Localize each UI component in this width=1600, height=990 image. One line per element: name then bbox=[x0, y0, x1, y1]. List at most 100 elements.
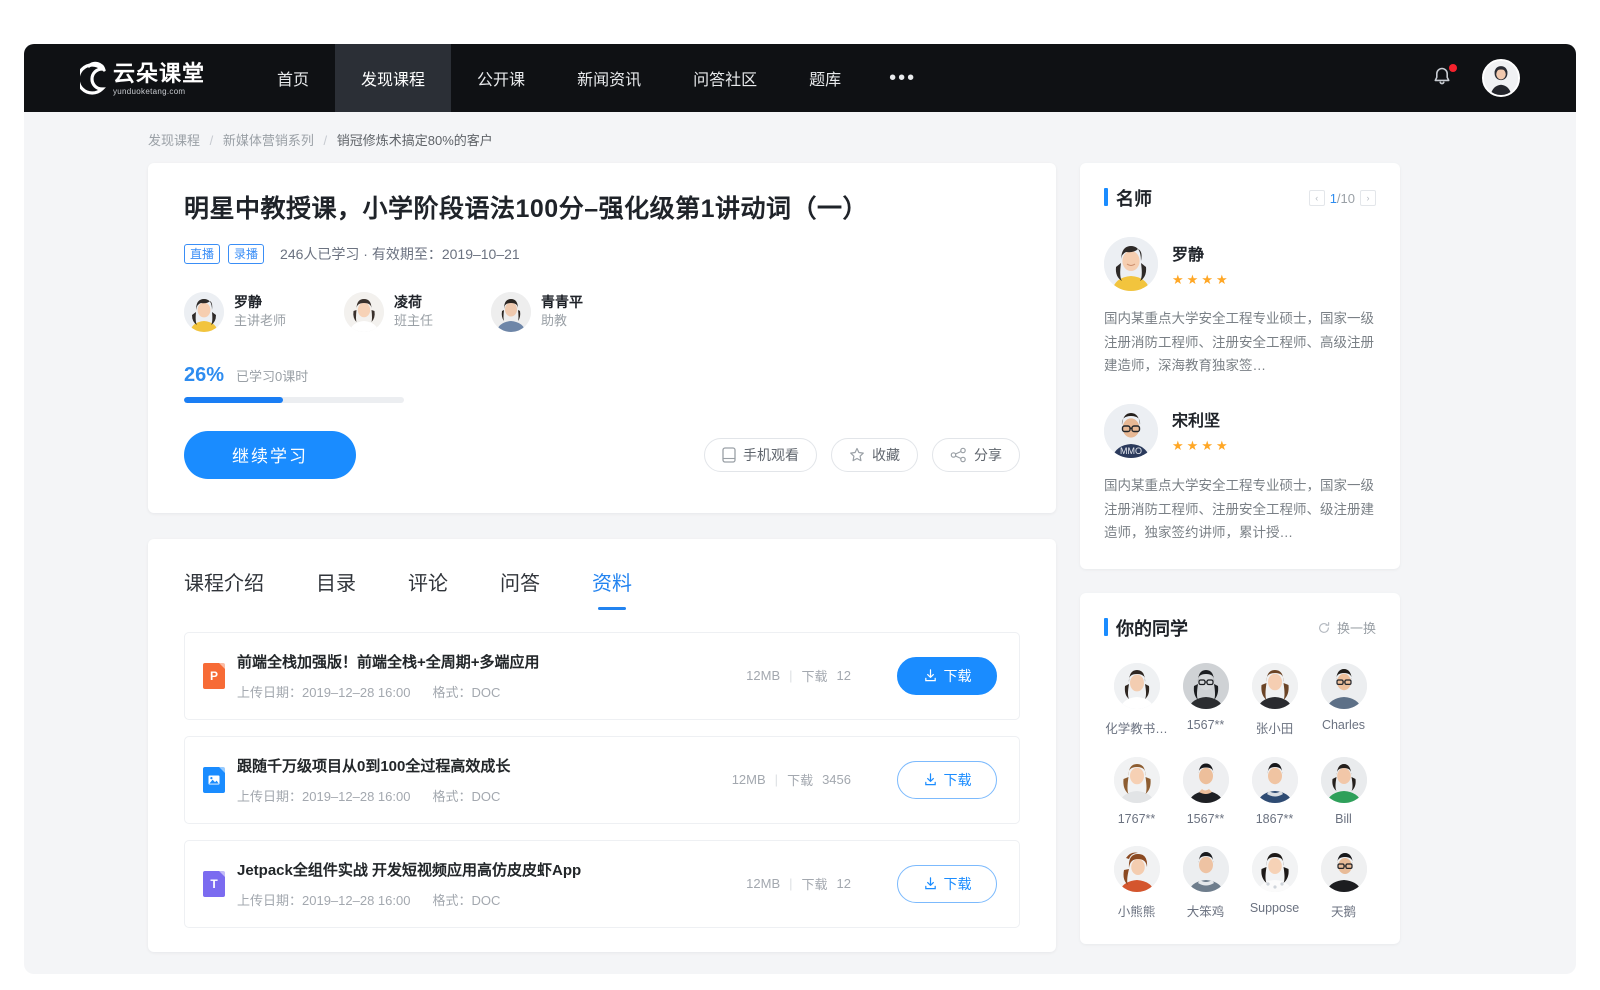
file-title: 前端全栈加强版！前端全栈+全周期+多端应用 bbox=[237, 651, 746, 672]
star-icon bbox=[849, 447, 865, 463]
avatar bbox=[344, 292, 384, 332]
star-icon: ★ bbox=[1216, 438, 1228, 454]
breadcrumb-separator: / bbox=[324, 133, 328, 148]
classmate-name: Charles bbox=[1322, 718, 1365, 732]
user-avatar-button[interactable] bbox=[1482, 59, 1520, 97]
breadcrumb-item-2[interactable]: 新媒体营销系列 bbox=[223, 133, 314, 148]
course-meta-text: 246人已学习 · 有效期至：2019–10–21 bbox=[280, 244, 520, 264]
ppt-file-icon: P bbox=[203, 663, 225, 689]
file-download-label: 下载 bbox=[787, 770, 813, 789]
list-item[interactable]: 1867** bbox=[1242, 757, 1307, 826]
content-tabs: 课程介绍 目录 评论 问答 资料 bbox=[184, 539, 1020, 610]
file-download-count: 3456 bbox=[822, 772, 851, 787]
panel-title-classmates: 你的同学 bbox=[1104, 615, 1188, 641]
download-button[interactable]: 下载 bbox=[897, 761, 997, 799]
star-icon: ★ bbox=[1187, 272, 1199, 288]
avatar bbox=[1321, 757, 1367, 803]
content-columns: 明星中教授课，小学阶段语法100分–强化级第1讲动词（一） 直播 录播 246人… bbox=[24, 163, 1576, 952]
notification-bell-button[interactable] bbox=[1430, 65, 1456, 91]
breadcrumb-item-1[interactable]: 发现课程 bbox=[148, 133, 200, 148]
list-item[interactable]: 化学教书… bbox=[1104, 663, 1169, 737]
teacher-card[interactable]: 罗静 主讲老师 bbox=[184, 292, 286, 332]
list-item[interactable]: Bill bbox=[1311, 757, 1376, 826]
list-item[interactable]: 大笨鸡 bbox=[1173, 846, 1238, 920]
featured-teacher: MMO 宋利坚 bbox=[1104, 404, 1376, 545]
favorite-label: 收藏 bbox=[872, 445, 900, 465]
tab-catalog[interactable]: 目录 bbox=[316, 567, 356, 610]
list-item[interactable]: 1767** bbox=[1104, 757, 1169, 826]
list-item[interactable]: 天鹅 bbox=[1311, 846, 1376, 920]
teacher-card[interactable]: 凌荷 班主任 bbox=[344, 292, 433, 332]
nav-item-open-class[interactable]: 公开课 bbox=[451, 44, 551, 112]
file-size: 12MB bbox=[732, 772, 766, 787]
list-item[interactable]: 1567** bbox=[1173, 663, 1238, 737]
nav-item-question-bank[interactable]: 题库 bbox=[783, 44, 867, 112]
pager-current-page: 1 bbox=[1330, 191, 1337, 206]
teacher-name: 宋利坚 bbox=[1172, 407, 1228, 431]
tab-materials[interactable]: 资料 bbox=[592, 567, 632, 610]
breadcrumb-item-3: 销冠修炼术搞定80%的客户 bbox=[337, 133, 493, 148]
nav-more-icon[interactable]: ••• bbox=[867, 44, 938, 112]
file-download-count: 12 bbox=[837, 876, 851, 891]
nav-item-discover-courses[interactable]: 发现课程 bbox=[335, 44, 451, 112]
classmate-name: 1567** bbox=[1187, 812, 1225, 826]
classmate-name: 1567** bbox=[1187, 718, 1225, 732]
star-icon: ★ bbox=[1187, 438, 1199, 454]
list-item[interactable]: 小熊熊 bbox=[1104, 846, 1169, 920]
list-item[interactable]: 张小田 bbox=[1242, 663, 1307, 737]
download-button[interactable]: 下载 bbox=[897, 657, 997, 695]
download-button-label: 下载 bbox=[944, 770, 972, 790]
refresh-label: 换一换 bbox=[1337, 618, 1376, 637]
notification-dot bbox=[1449, 64, 1457, 72]
avatar bbox=[1114, 757, 1160, 803]
tab-course-intro[interactable]: 课程介绍 bbox=[184, 567, 264, 610]
file-stats: 12MB | 下载 3456 bbox=[732, 770, 851, 789]
tab-qa[interactable]: 问答 bbox=[500, 567, 540, 610]
site-header: 云朵课堂 yunduoketang.com 首页 发现课程 公开课 新闻资讯 问… bbox=[24, 44, 1576, 112]
continue-learning-button[interactable]: 继续学习 bbox=[184, 431, 356, 479]
avatar bbox=[1104, 237, 1158, 291]
list-item[interactable]: Charles bbox=[1311, 663, 1376, 737]
famous-teachers-panel: 名师 ‹ 1/10 › bbox=[1080, 163, 1400, 569]
nav-item-home[interactable]: 首页 bbox=[251, 44, 335, 112]
download-icon bbox=[923, 668, 938, 683]
person-avatar-icon bbox=[1183, 757, 1229, 803]
download-button[interactable]: 下载 bbox=[897, 865, 997, 903]
list-item[interactable]: T Jetpack全组件实战 开发短视频应用高仿皮皮虾App 上传日期：2019… bbox=[184, 840, 1020, 928]
progress-percent: 26% bbox=[184, 364, 224, 387]
file-size: 12MB bbox=[746, 668, 780, 683]
star-icon: ★ bbox=[1216, 272, 1228, 288]
person-avatar-icon bbox=[1321, 846, 1367, 892]
person-avatar-icon: MMO bbox=[1104, 404, 1158, 458]
refresh-classmates-button[interactable]: 换一换 bbox=[1317, 618, 1376, 637]
pager-next-button[interactable]: › bbox=[1360, 190, 1376, 206]
list-item[interactable]: 1567** bbox=[1173, 757, 1238, 826]
person-avatar-icon bbox=[1114, 846, 1160, 892]
avatar bbox=[1183, 846, 1229, 892]
list-item[interactable]: 跟随千万级项目从0到100全过程高效成长 上传日期：2019–12–28 16:… bbox=[184, 736, 1020, 824]
download-icon bbox=[923, 876, 938, 891]
file-subtitle: 上传日期：2019–12–28 16:00格式：DOC bbox=[237, 890, 746, 909]
breadcrumb-separator: / bbox=[210, 133, 214, 148]
favorite-button[interactable]: 收藏 bbox=[831, 438, 918, 472]
file-title: 跟随千万级项目从0到100全过程高效成长 bbox=[237, 755, 732, 776]
teacher-description: 国内某重点大学安全工程专业硕士，国家一级注册消防工程师、注册安全工程师、级注册建… bbox=[1104, 474, 1376, 545]
logo[interactable]: 云朵课堂 yunduoketang.com bbox=[24, 44, 229, 112]
nav-item-news[interactable]: 新闻资讯 bbox=[551, 44, 667, 112]
secondary-actions: 手机观看 收藏 bbox=[704, 438, 1020, 472]
pager-prev-button[interactable]: ‹ bbox=[1309, 190, 1325, 206]
list-item[interactable]: Suppose bbox=[1242, 846, 1307, 920]
classmates-grid: 化学教书… bbox=[1104, 663, 1376, 920]
list-item[interactable]: P 前端全栈加强版！前端全栈+全周期+多端应用 上传日期：2019–12–28 … bbox=[184, 632, 1020, 720]
watch-on-mobile-button[interactable]: 手机观看 bbox=[704, 438, 817, 472]
avatar bbox=[1321, 663, 1367, 709]
breadcrumb: 发现课程 / 新媒体营销系列 / 销冠修炼术搞定80%的客户 bbox=[24, 112, 1576, 163]
teacher-card[interactable]: 青青平 助教 bbox=[491, 292, 583, 332]
file-upload-date: 2019–12–28 16:00 bbox=[302, 789, 410, 804]
badge-live: 直播 bbox=[184, 244, 220, 264]
rating-stars: ★ ★ ★ ★ bbox=[1172, 438, 1228, 454]
tab-comments[interactable]: 评论 bbox=[408, 567, 448, 610]
share-button[interactable]: 分享 bbox=[932, 438, 1020, 472]
download-button-label: 下载 bbox=[944, 666, 972, 686]
nav-item-qa-community[interactable]: 问答社区 bbox=[667, 44, 783, 112]
